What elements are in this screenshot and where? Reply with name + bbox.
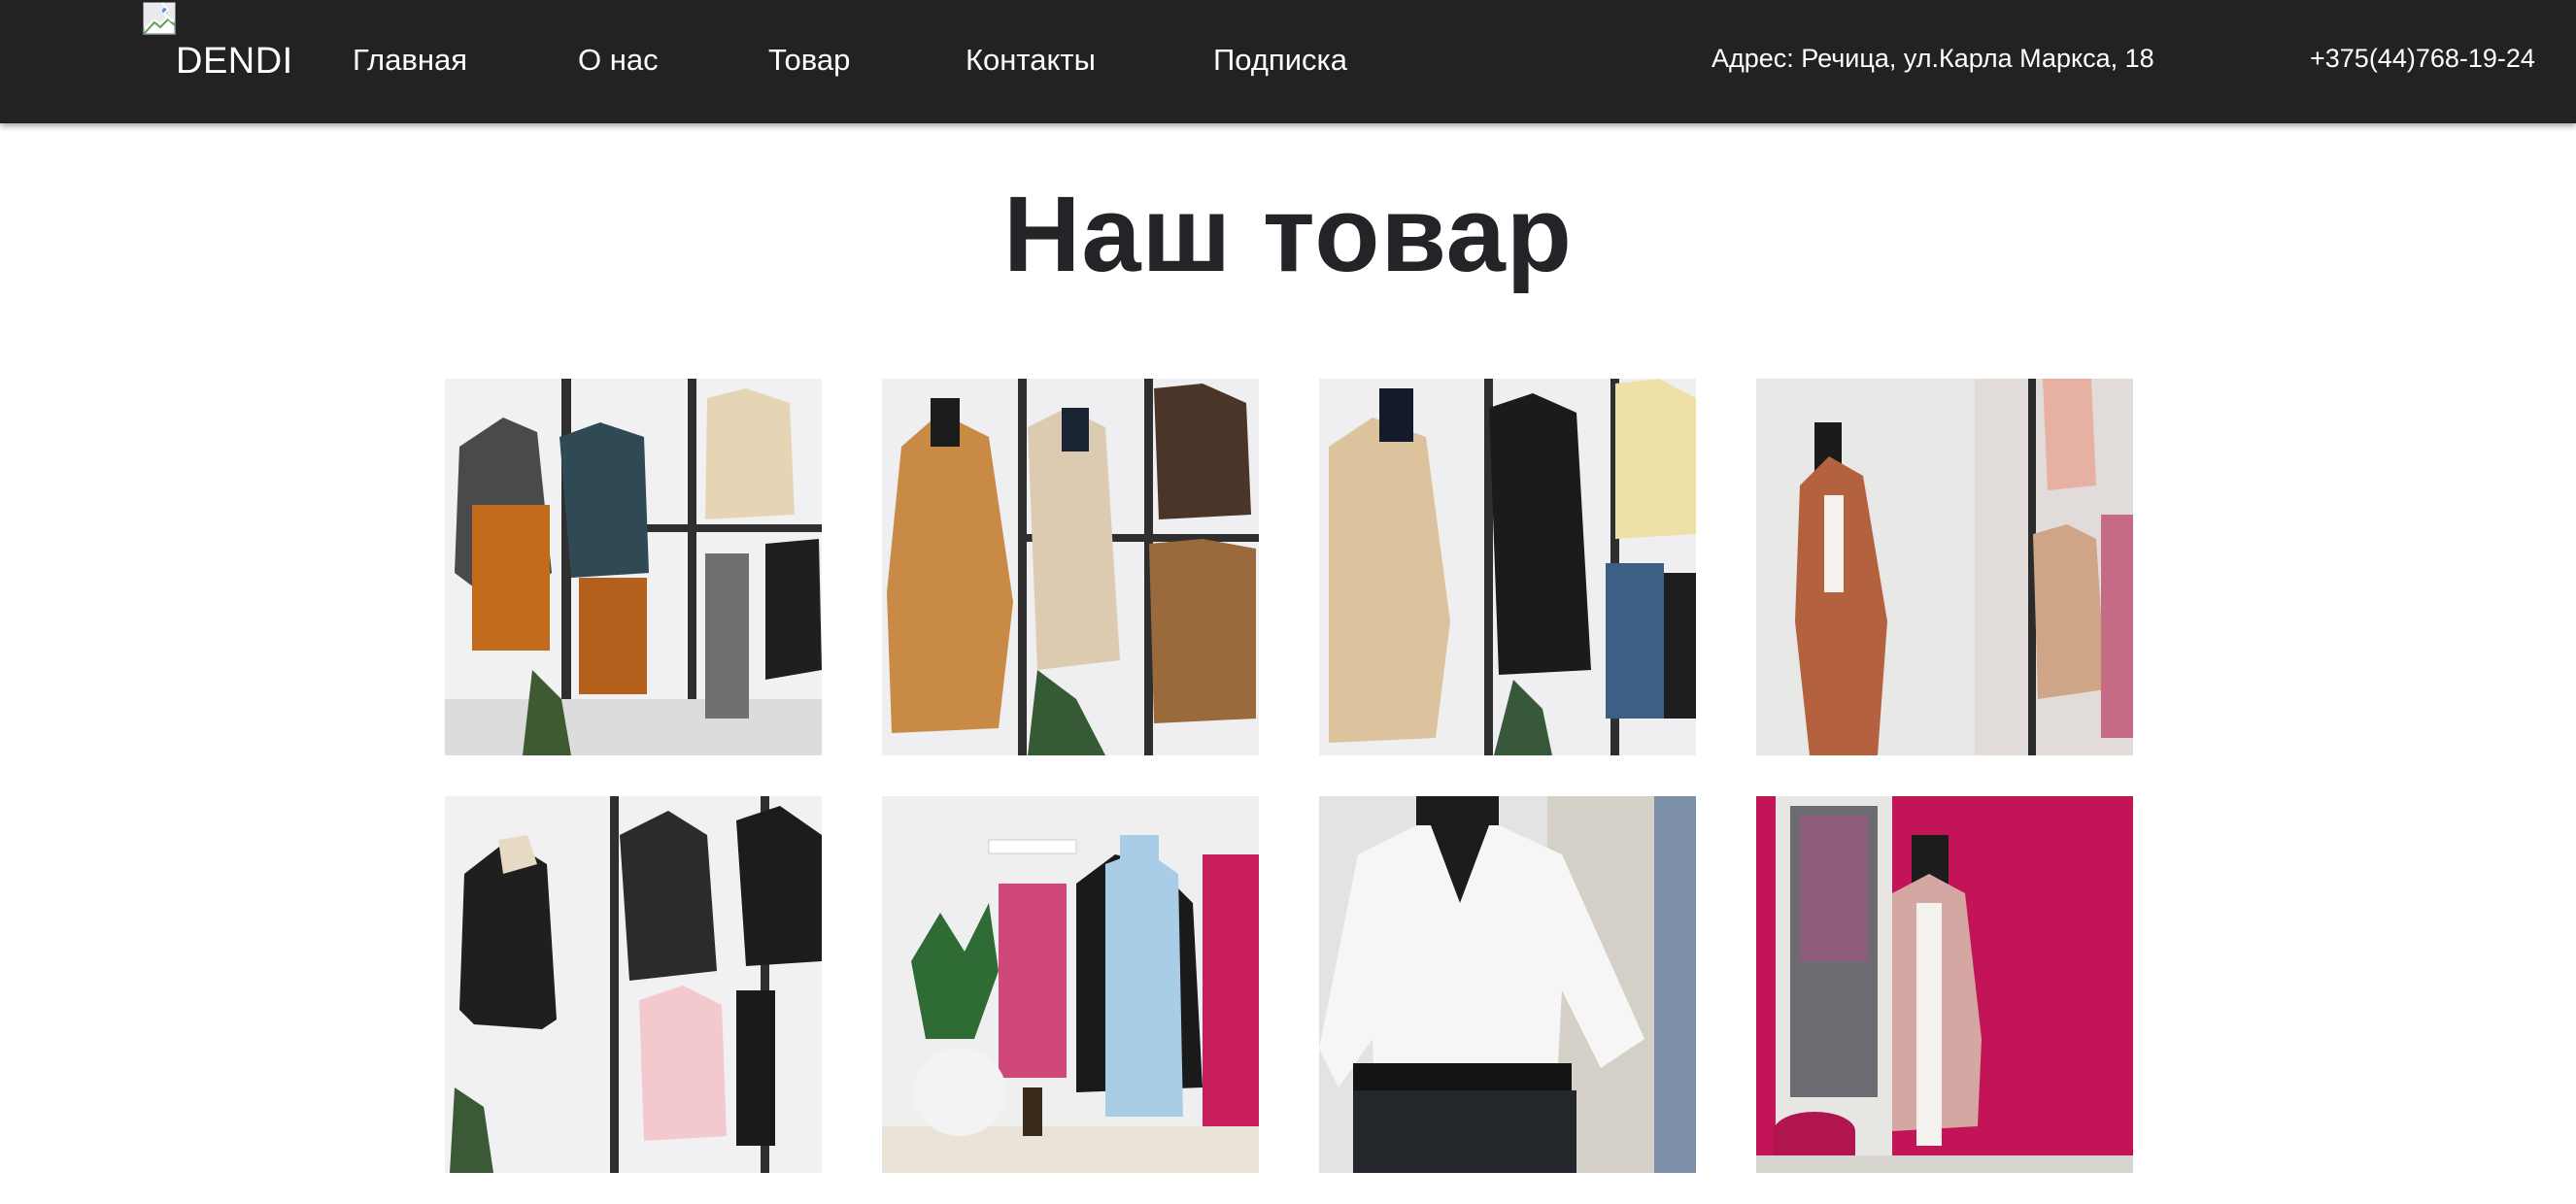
page-title: Наш товар [1002,175,1574,294]
nav-link-about[interactable]: О нас [578,43,659,78]
product-photo-3[interactable] [1319,379,1696,755]
nav-link-products[interactable]: Товар [768,43,850,78]
broken-image-icon [143,2,176,35]
product-photo-8[interactable] [1756,796,2133,1173]
phone-number[interactable]: +375(44)768-19-24 [2310,44,2535,74]
product-photo-1[interactable] [445,379,822,755]
product-gallery [445,379,2133,1173]
product-photo-4[interactable] [1756,379,2133,755]
site-header: DENDI Главная О нас Товар Контакты Подпи… [0,0,2576,123]
product-photo-6[interactable] [882,796,1259,1173]
nav-link-subscription[interactable]: Подписка [1213,43,1347,78]
store-address: Адрес: Речица, ул.Карла Маркса, 18 [1712,44,2154,73]
nav-link-contacts[interactable]: Контакты [966,43,1096,78]
product-photo-5[interactable] [445,796,822,1173]
product-photo-2[interactable] [882,379,1259,755]
logo-link[interactable]: DENDI [143,2,298,89]
product-photo-7[interactable] [1319,796,1696,1173]
nav-link-home[interactable]: Главная [353,43,467,78]
logo-text: DENDI [176,41,293,82]
